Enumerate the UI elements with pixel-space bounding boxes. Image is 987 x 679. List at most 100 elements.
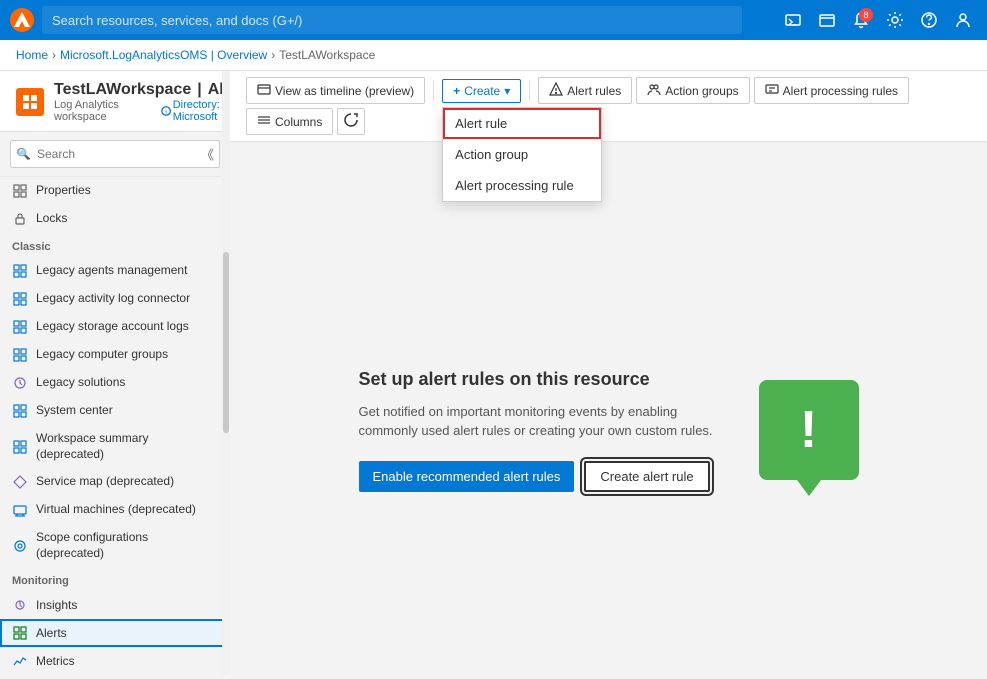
sidebar-search-area: 🔍 《: [0, 132, 230, 177]
toolbar: View as timeline (preview) + Create ▾ Al…: [230, 71, 987, 142]
sidebar-item-legacy-solutions-label: Legacy solutions: [36, 375, 125, 391]
resource-icon: [16, 88, 44, 116]
sidebar-item-metrics-label: Metrics: [36, 654, 75, 670]
topbar-icons: 8: [779, 6, 977, 34]
resource-title: TestLAWorkspace: [54, 81, 191, 99]
alert-graphic: !: [759, 380, 859, 480]
sidebar-item-workspace-summary[interactable]: Workspace summary (deprecated): [0, 425, 230, 468]
create-button[interactable]: + Create ▾: [442, 79, 521, 103]
breadcrumb-workspace-overview[interactable]: Microsoft.LogAnalyticsOMS | Overview: [60, 48, 267, 62]
topbar: 8: [0, 0, 987, 40]
resource-type: Log Analytics workspace: [54, 99, 157, 123]
sidebar-item-legacy-agents[interactable]: Legacy agents management: [0, 257, 230, 285]
sidebar-collapse-icon[interactable]: 《: [201, 145, 214, 164]
create-dropdown-menu: Alert rule Action group Alert processing…: [442, 107, 602, 202]
create-plus-icon: +: [453, 84, 460, 98]
sidebar-item-insights[interactable]: Insights: [0, 591, 230, 619]
directory-icon[interactable]: [813, 6, 841, 34]
help-icon[interactable]: [915, 6, 943, 34]
sidebar-item-virtual-machines-label: Virtual machines (deprecated): [36, 502, 196, 518]
alert-processing-icon: [765, 82, 779, 99]
legacy-storage-icon: [12, 319, 28, 335]
action-groups-button[interactable]: Action groups: [636, 77, 749, 104]
cloud-shell-icon[interactable]: [779, 6, 807, 34]
create-dropdown-container: + Create ▾ Alert rule Action group Alert…: [442, 79, 521, 103]
locks-icon: [12, 211, 28, 227]
refresh-button[interactable]: [337, 108, 365, 135]
sidebar-item-service-map[interactable]: Service map (deprecated): [0, 468, 230, 496]
sidebar-search-input[interactable]: [10, 140, 220, 168]
breadcrumb: Home › Microsoft.LogAnalyticsOMS | Overv…: [0, 40, 987, 71]
sidebar-item-locks[interactable]: Locks: [0, 205, 230, 233]
sidebar-item-service-map-label: Service map (deprecated): [36, 474, 174, 490]
azure-logo: [10, 8, 34, 32]
workspace-summary-icon: [12, 439, 28, 455]
virtual-machines-icon: [12, 502, 28, 518]
sidebar: TestLAWorkspace | Alerts Log Analytics w…: [0, 71, 230, 674]
sidebar-item-properties[interactable]: Properties: [0, 177, 230, 205]
alert-processing-button[interactable]: Alert processing rules: [754, 77, 909, 104]
empty-state: Set up alert rules on this resource Get …: [359, 369, 859, 492]
sidebar-item-legacy-agents-label: Legacy agents management: [36, 263, 187, 279]
sidebar-item-scope-configurations-label: Scope configurations (deprecated): [36, 530, 218, 561]
alert-rules-button[interactable]: Alert rules: [538, 77, 632, 104]
service-map-icon: [12, 474, 28, 490]
enable-recommended-button[interactable]: Enable recommended alert rules: [359, 461, 575, 492]
empty-state-actions: Enable recommended alert rules Create al…: [359, 461, 719, 492]
notifications-icon[interactable]: 8: [847, 6, 875, 34]
columns-button[interactable]: Columns: [246, 108, 333, 135]
metrics-icon: [12, 653, 28, 669]
section-classic: Classic: [0, 233, 230, 257]
create-chevron-icon: ▾: [504, 84, 510, 98]
sidebar-item-legacy-activity[interactable]: Legacy activity log connector: [0, 285, 230, 313]
notification-badge: 8: [859, 8, 873, 22]
sidebar-item-legacy-computer[interactable]: Legacy computer groups: [0, 341, 230, 369]
settings-icon[interactable]: [881, 6, 909, 34]
content-area: View as timeline (preview) + Create ▾ Al…: [230, 71, 987, 674]
dropdown-action-group[interactable]: Action group: [443, 139, 601, 170]
global-search-input[interactable]: [42, 6, 742, 34]
account-icon[interactable]: [949, 6, 977, 34]
toolbar-sep-1: [433, 81, 434, 101]
content-body: Set up alert rules on this resource Get …: [230, 142, 987, 674]
alerts-icon: [12, 625, 28, 641]
insights-icon: [12, 597, 28, 613]
scope-configurations-icon: [12, 538, 28, 554]
dropdown-alert-processing-rule[interactable]: Alert processing rule: [443, 170, 601, 201]
sidebar-item-metrics[interactable]: Metrics: [0, 647, 230, 674]
properties-icon: [12, 183, 28, 199]
exclamation-mark: !: [800, 404, 817, 456]
legacy-agents-icon: [12, 263, 28, 279]
system-center-icon: [12, 403, 28, 419]
legacy-activity-icon: [12, 291, 28, 307]
sidebar-item-insights-label: Insights: [36, 598, 77, 614]
sidebar-scroll-thumb: [223, 252, 229, 433]
alert-rules-icon: [549, 82, 563, 99]
breadcrumb-home[interactable]: Home: [16, 48, 48, 62]
sidebar-item-system-center-label: System center: [36, 403, 113, 419]
sidebar-item-legacy-storage[interactable]: Legacy storage account logs: [0, 313, 230, 341]
sidebar-item-virtual-machines[interactable]: Virtual machines (deprecated): [0, 496, 230, 524]
sidebar-item-legacy-solutions[interactable]: Legacy solutions: [0, 369, 230, 397]
sidebar-item-scope-configurations[interactable]: Scope configurations (deprecated): [0, 524, 230, 567]
create-alert-rule-button[interactable]: Create alert rule: [584, 461, 709, 492]
sidebar-search-icon: 🔍: [17, 148, 31, 161]
empty-state-title: Set up alert rules on this resource: [359, 369, 719, 390]
view-timeline-button[interactable]: View as timeline (preview): [246, 77, 425, 104]
sidebar-item-alerts-label: Alerts: [36, 626, 67, 642]
sidebar-item-properties-label: Properties: [36, 183, 91, 199]
dropdown-alert-rule[interactable]: Alert rule: [443, 108, 601, 139]
action-groups-icon: [647, 82, 661, 99]
toolbar-sep-2: [529, 81, 530, 101]
columns-icon: [257, 113, 271, 130]
breadcrumb-current: TestLAWorkspace: [279, 48, 375, 62]
svg-text:i: i: [165, 109, 167, 116]
sidebar-item-alerts[interactable]: Alerts: [0, 619, 230, 647]
sidebar-item-system-center[interactable]: System center: [0, 397, 230, 425]
empty-state-description: Get notified on important monitoring eve…: [359, 402, 719, 441]
timeline-icon: [257, 82, 271, 99]
section-monitoring: Monitoring: [0, 567, 230, 591]
sidebar-item-locks-label: Locks: [36, 211, 67, 227]
sidebar-item-legacy-storage-label: Legacy storage account logs: [36, 319, 189, 335]
sidebar-scrollbar: [222, 71, 230, 674]
